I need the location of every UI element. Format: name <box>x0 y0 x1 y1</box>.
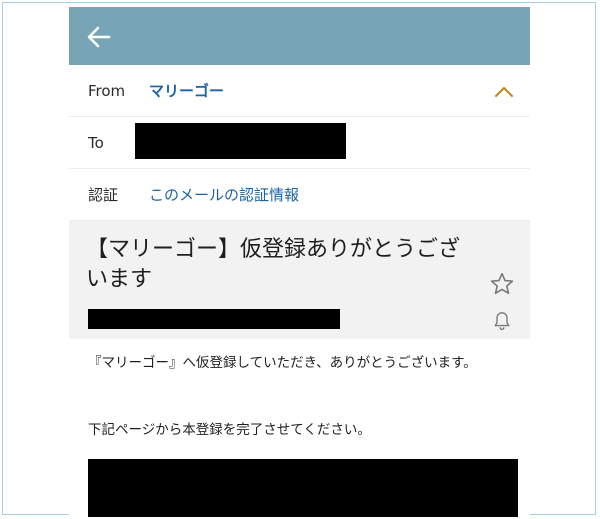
redacted-recipient <box>135 123 346 159</box>
redacted-link <box>88 459 518 517</box>
redacted-date <box>88 309 340 329</box>
email-subject: 【マリーゴー】仮登録ありがとうございます <box>86 237 461 292</box>
auth-label: 認証 <box>88 186 119 204</box>
body-paragraph-1: 『マリーゴー』へ仮登録していただき、ありがとうございます。 <box>88 355 477 371</box>
app-bar <box>69 7 530 65</box>
email-view: From マリーゴー To 認証 このメールの認証情報 【マリーゴー】仮登録あり… <box>69 5 530 519</box>
star-outline-icon[interactable] <box>489 271 515 297</box>
body-paragraph-2: 下記ページから本登録を完了させてください。 <box>88 422 371 438</box>
to-row: To <box>69 117 530 169</box>
subject-block: 【マリーゴー】仮登録ありがとうございます <box>69 221 530 339</box>
back-button[interactable] <box>81 19 117 55</box>
to-label: To <box>88 134 104 152</box>
arrow-left-icon <box>87 26 111 48</box>
from-row: From マリーゴー <box>69 65 530 117</box>
from-label: From <box>88 82 126 100</box>
chevron-up-icon[interactable] <box>492 80 516 104</box>
auth-row: 認証 このメールの認証情報 <box>69 169 530 221</box>
bell-icon[interactable] <box>491 310 513 332</box>
auth-info-link[interactable]: このメールの認証情報 <box>149 169 299 221</box>
sender-name[interactable]: マリーゴー <box>149 65 224 117</box>
